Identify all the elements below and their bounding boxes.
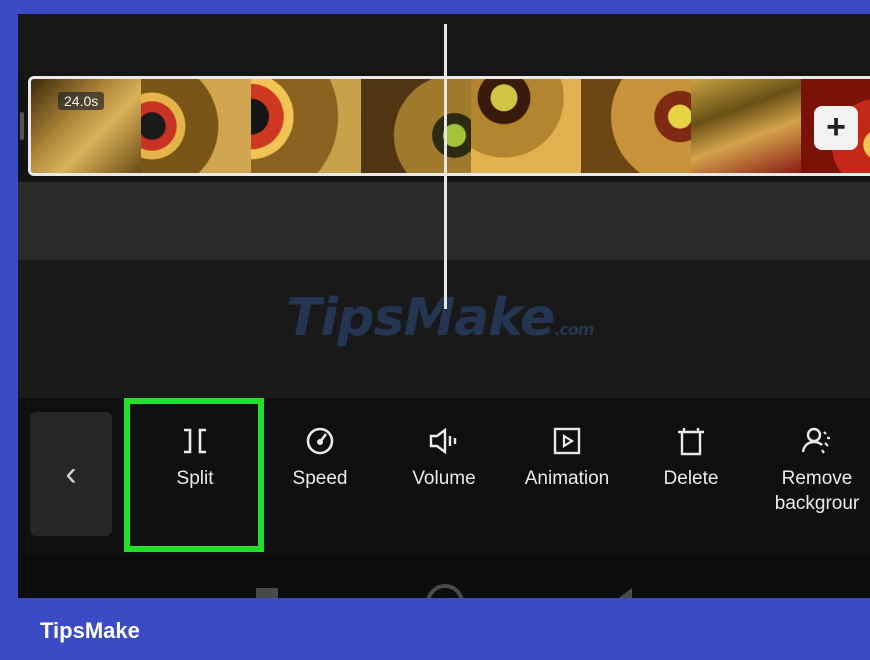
home-icon[interactable] (426, 584, 464, 598)
animation-label: Animation (524, 468, 610, 489)
speed-icon (265, 416, 375, 466)
delete-label: Delete (663, 468, 719, 489)
volume-label: Volume (412, 468, 476, 489)
split-icon (140, 416, 250, 466)
remove-background-label: Remove backgrour (774, 468, 860, 514)
back-button[interactable]: ‹ (30, 412, 112, 536)
edit-toolbar: ‹ Split Speed Volume Animation Delete Re… (18, 398, 870, 558)
app-screen: 24.0s + TipsMake.com ‹ Split Speed Volum… (18, 14, 870, 598)
clip-thumbnail (141, 79, 251, 173)
clip-duration-badge: 24.0s (58, 92, 105, 110)
clip-thumbnail (581, 79, 691, 173)
recent-apps-icon[interactable] (256, 588, 278, 598)
speed-button[interactable]: Speed (265, 416, 375, 536)
watermark-logo: TipsMake.com (286, 288, 595, 348)
animation-button[interactable]: Animation (512, 416, 622, 536)
clip-thumbnail (471, 79, 581, 173)
add-clip-button[interactable]: + (814, 106, 858, 150)
volume-button[interactable]: Volume (389, 416, 499, 536)
playhead[interactable] (444, 24, 447, 309)
remove-background-button[interactable]: Remove backgrour (762, 416, 870, 536)
clip-thumbnail (361, 79, 471, 173)
split-label: Split (176, 468, 214, 489)
volume-icon (389, 416, 499, 466)
split-button[interactable]: Split (140, 416, 250, 536)
delete-button[interactable]: Delete (636, 416, 746, 536)
nav-back-icon[interactable] (616, 588, 632, 598)
remove-background-icon (762, 416, 870, 466)
speed-label: Speed (292, 468, 348, 489)
clip-thumbnail (691, 79, 801, 173)
animation-icon (512, 416, 622, 466)
delete-icon (636, 416, 746, 466)
clip-trim-handle[interactable] (20, 112, 24, 140)
system-nav-bar (18, 558, 870, 598)
clip-thumbnail (251, 79, 361, 173)
footer-brand: TipsMake (40, 618, 140, 643)
video-clip-track[interactable] (28, 76, 870, 176)
